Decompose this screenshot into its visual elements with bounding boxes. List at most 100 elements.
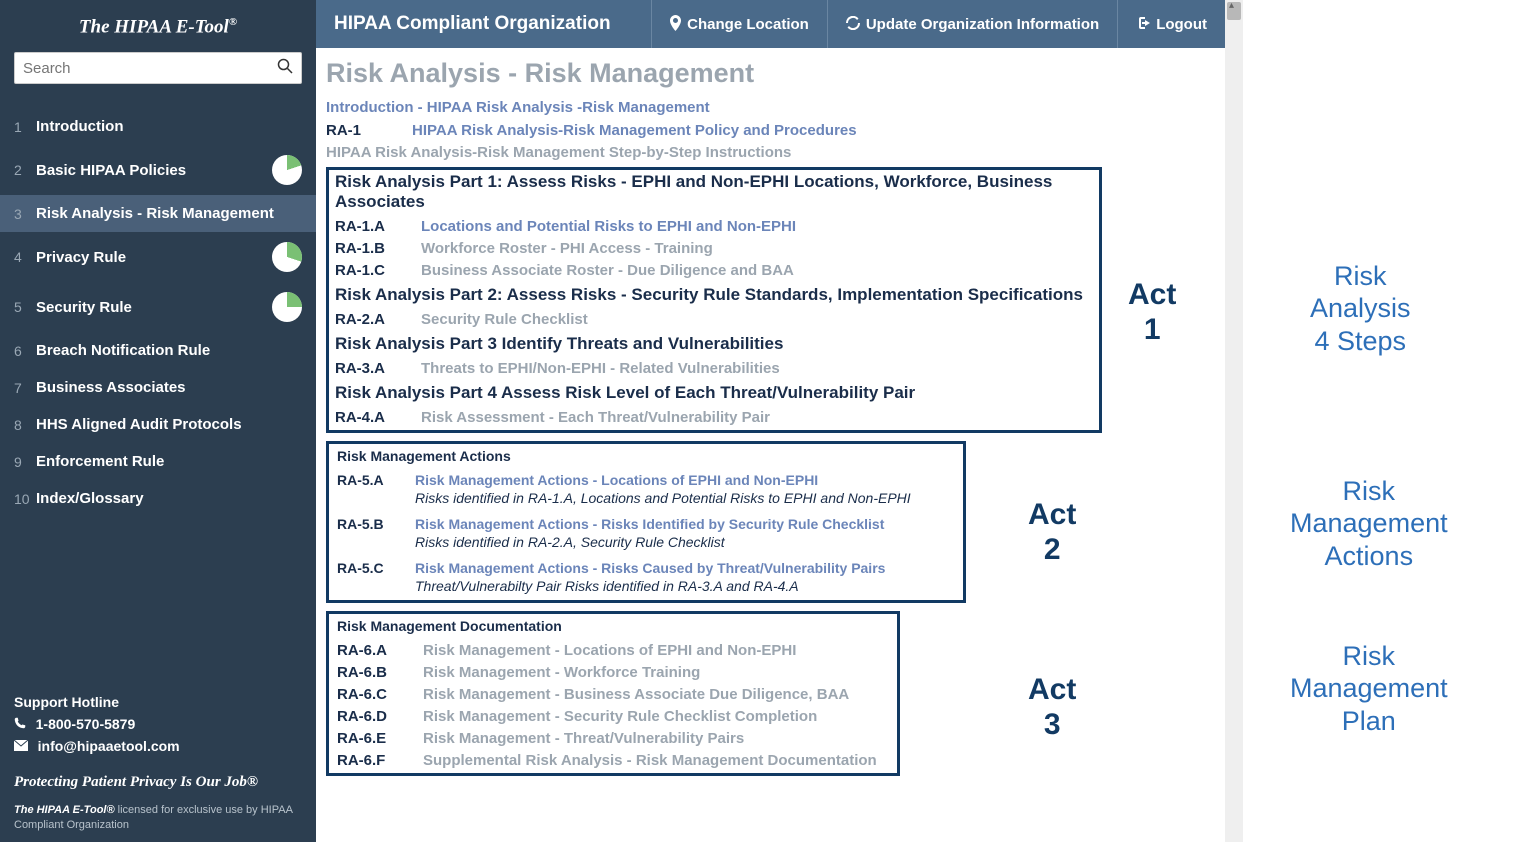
- support-block: Support Hotline 1-800-570-5879 info@hipa…: [0, 682, 316, 766]
- desc-ra5c: Threat/Vulnerabilty Pair Risks identifie…: [415, 578, 955, 594]
- logout-icon: [1136, 16, 1150, 32]
- act3-box: Risk Management Documentation RA-6.ARisk…: [326, 611, 900, 776]
- desc-ra5b: Risks identified in RA-2.A, Security Rul…: [415, 534, 955, 550]
- annot-risk-actions: RiskManagementActions: [1290, 475, 1448, 572]
- link-ra1b[interactable]: Workforce Roster - PHI Access - Training: [421, 240, 713, 257]
- nav-num: 4: [14, 249, 36, 265]
- desc-ra5a: Risks identified in RA-1.A, Locations an…: [415, 490, 955, 506]
- brand-title: The HIPAA E-Tool®: [0, 0, 316, 52]
- link-ra5c[interactable]: Risk Management Actions - Risks Caused b…: [415, 560, 955, 576]
- act2-box: Risk Management Actions RA-5.A Risk Mana…: [326, 441, 966, 603]
- nav-label: Breach Notification Rule: [36, 342, 302, 359]
- scrollbar-thumb[interactable]: [1227, 2, 1241, 20]
- nav-num: 10: [14, 491, 36, 507]
- part2-title: Risk Analysis Part 2: Assess Risks - Sec…: [335, 285, 1093, 305]
- link-ra6c[interactable]: Risk Management - Business Associate Due…: [423, 686, 849, 703]
- code-ra3a: RA-3.A: [335, 360, 421, 377]
- nav-label: Introduction: [36, 118, 302, 135]
- annot-risk-analysis: RiskAnalysis4 Steps: [1310, 260, 1411, 357]
- link-ra5b[interactable]: Risk Management Actions - Risks Identifi…: [415, 516, 955, 532]
- code-ra1: RA-1: [326, 122, 412, 139]
- part4-title: Risk Analysis Part 4 Assess Risk Level o…: [335, 383, 1093, 403]
- nav-num: 7: [14, 380, 36, 396]
- nav-label: Security Rule: [36, 299, 272, 316]
- code-ra5b: RA-5.B: [337, 516, 415, 532]
- email-icon: [14, 739, 32, 754]
- motto: Protecting Patient Privacy Is Our Job®: [0, 766, 316, 799]
- link-ra2a[interactable]: Security Rule Checklist: [421, 311, 588, 328]
- nav-label: Business Associates: [36, 379, 302, 396]
- topbar: HIPAA Compliant Organization Change Loca…: [316, 0, 1225, 48]
- link-ra6a[interactable]: Risk Management - Locations of EPHI and …: [423, 642, 796, 659]
- code-ra2a: RA-2.A: [335, 311, 421, 328]
- link-ra1[interactable]: HIPAA Risk Analysis-Risk Management Poli…: [412, 122, 857, 139]
- refresh-icon: [846, 16, 860, 33]
- nav-label: Risk Analysis - Risk Management: [36, 205, 302, 222]
- nav-num: 5: [14, 299, 36, 315]
- code-ra1a: RA-1.A: [335, 218, 421, 235]
- progress-pie-icon: [272, 292, 302, 322]
- nav-num: 9: [14, 454, 36, 470]
- link-ra6b[interactable]: Risk Management - Workforce Training: [423, 664, 700, 681]
- act1-box: Risk Analysis Part 1: Assess Risks - EPH…: [326, 167, 1102, 433]
- nav-label: Enforcement Rule: [36, 453, 302, 470]
- support-title: Support Hotline: [14, 694, 302, 710]
- sidebar-item-2[interactable]: 2Basic HIPAA Policies: [0, 145, 316, 195]
- link-ra4a[interactable]: Risk Assessment - Each Threat/Vulnerabil…: [421, 409, 770, 426]
- support-email[interactable]: info@hipaaetool.com: [14, 738, 302, 754]
- code-ra1b: RA-1.B: [335, 240, 421, 257]
- logout-button[interactable]: Logout: [1117, 0, 1225, 48]
- link-ra5a[interactable]: Risk Management Actions - Locations of E…: [415, 472, 955, 488]
- link-ra6e[interactable]: Risk Management - Threat/Vulnerability P…: [423, 730, 744, 747]
- phone-icon: [14, 717, 30, 732]
- page-title: Risk Analysis - Risk Management: [326, 58, 1219, 89]
- nav-label: Basic HIPAA Policies: [36, 162, 272, 179]
- step-by-step-link[interactable]: HIPAA Risk Analysis-Risk Management Step…: [326, 144, 1219, 161]
- actions-title: Risk Management Actions: [337, 448, 955, 464]
- link-ra6d[interactable]: Risk Management - Security Rule Checklis…: [423, 708, 817, 725]
- code-ra6d: RA-6.D: [337, 708, 423, 725]
- nav-label: Privacy Rule: [36, 249, 272, 266]
- scrollbar-track[interactable]: [1225, 0, 1243, 842]
- nav-num: 1: [14, 119, 36, 135]
- search-input[interactable]: [23, 60, 277, 77]
- support-phone[interactable]: 1-800-570-5879: [14, 716, 302, 732]
- update-org-button[interactable]: Update Organization Information: [827, 0, 1117, 48]
- link-ra1a[interactable]: Locations and Potential Risks to EPHI an…: [421, 218, 796, 235]
- part3-title: Risk Analysis Part 3 Identify Threats an…: [335, 334, 1093, 354]
- annot-risk-plan: RiskManagementPlan: [1290, 640, 1448, 737]
- doc-title: Risk Management Documentation: [337, 618, 889, 634]
- sidebar-item-7[interactable]: 7Business Associates: [0, 369, 316, 406]
- location-pin-icon: [670, 15, 681, 34]
- intro-link[interactable]: Introduction - HIPAA Risk Analysis -Risk…: [326, 99, 1219, 116]
- link-ra3a[interactable]: Threats to EPHI/Non-EPHI - Related Vulne…: [421, 360, 780, 377]
- progress-pie-icon: [272, 155, 302, 185]
- sidebar-item-3[interactable]: 3Risk Analysis - Risk Management: [0, 195, 316, 232]
- license-text: The HIPAA E-Tool® licensed for exclusive…: [0, 799, 316, 842]
- sidebar-item-8[interactable]: 8HHS Aligned Audit Protocols: [0, 406, 316, 443]
- sidebar-item-4[interactable]: 4Privacy Rule: [0, 232, 316, 282]
- code-ra4a: RA-4.A: [335, 409, 421, 426]
- sidebar-item-9[interactable]: 9Enforcement Rule: [0, 443, 316, 480]
- code-ra6a: RA-6.A: [337, 642, 423, 659]
- code-ra5a: RA-5.A: [337, 472, 415, 488]
- nav-num: 2: [14, 162, 36, 178]
- link-ra1c[interactable]: Business Associate Roster - Due Diligenc…: [421, 262, 794, 279]
- link-ra6f[interactable]: Supplemental Risk Analysis - Risk Manage…: [423, 752, 877, 769]
- change-location-button[interactable]: Change Location: [651, 0, 827, 48]
- search-box[interactable]: [14, 52, 302, 84]
- code-ra5c: RA-5.C: [337, 560, 415, 576]
- act1-label: Act1: [1128, 278, 1176, 347]
- sidebar-item-10[interactable]: 10Index/Glossary: [0, 480, 316, 517]
- org-name: HIPAA Compliant Organization: [316, 0, 651, 48]
- code-ra6c: RA-6.C: [337, 686, 423, 703]
- act2-label: Act2: [1028, 498, 1076, 567]
- sidebar-item-1[interactable]: 1Introduction: [0, 108, 316, 145]
- code-ra6b: RA-6.B: [337, 664, 423, 681]
- code-ra1c: RA-1.C: [335, 262, 421, 279]
- sidebar-item-5[interactable]: 5Security Rule: [0, 282, 316, 332]
- sidebar-item-6[interactable]: 6Breach Notification Rule: [0, 332, 316, 369]
- sidebar: The HIPAA E-Tool® 1Introduction2Basic HI…: [0, 0, 316, 842]
- act3-label: Act3: [1028, 673, 1076, 742]
- search-icon[interactable]: [277, 58, 293, 79]
